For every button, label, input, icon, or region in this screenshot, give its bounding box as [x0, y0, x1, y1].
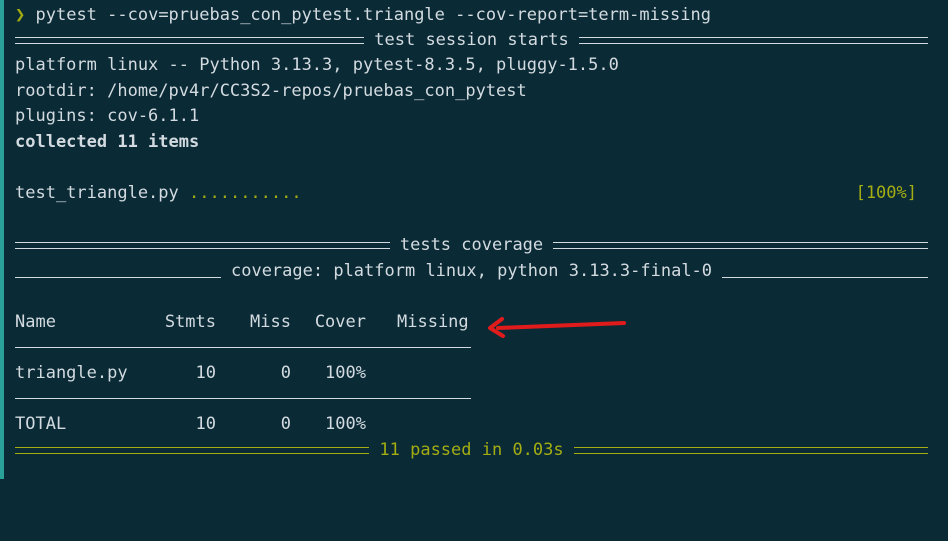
- terminal-left-edge: [0, 0, 4, 479]
- command-text: pytest --cov=pruebas_con_pytest.triangle…: [35, 5, 712, 25]
- session-header: test session starts: [374, 30, 569, 50]
- test-progress: [100%]: [855, 183, 917, 203]
- test-file-name: test_triangle.py: [15, 183, 179, 203]
- header-stmts: Stmts: [164, 312, 216, 332]
- table-row: triangle.py 10 0 100%: [15, 360, 471, 386]
- coverage-header: tests coverage: [399, 235, 544, 255]
- test-result-line: test_triangle.py ...........: [15, 180, 302, 206]
- total-miss: 0: [280, 414, 291, 434]
- header-miss: Miss: [250, 312, 291, 332]
- summary-rule: 11 passed in 0.03s: [15, 437, 929, 463]
- row-miss: 0: [280, 363, 291, 383]
- table-separator: [15, 398, 471, 399]
- plugins-line: plugins: cov-6.1.1: [15, 106, 200, 126]
- summary-text: 11 passed in 0.03s: [379, 440, 564, 460]
- coverage-subheader: coverage: platform linux, python 3.13.3-…: [230, 261, 713, 281]
- command-line: ❯ pytest --cov=pruebas_con_pytest.triang…: [15, 2, 711, 28]
- table-total-row: TOTAL 10 0 100%: [15, 411, 471, 437]
- total-name: TOTAL: [15, 414, 67, 434]
- total-cover: 100%: [325, 414, 366, 434]
- platform-line: platform linux -- Python 3.13.3, pytest-…: [15, 55, 619, 75]
- header-name: Name: [15, 312, 56, 332]
- prompt-chevron-icon: ❯: [15, 5, 26, 25]
- annotation-arrow-icon: [488, 317, 626, 338]
- total-stmts: 10: [195, 414, 216, 434]
- session-start-rule: test session starts: [15, 27, 928, 53]
- row-name: triangle.py: [15, 363, 128, 383]
- rootdir-line: rootdir: /home/pv4r/CC3S2-repos/pruebas_…: [15, 81, 527, 101]
- test-pass-dots: ...........: [189, 183, 302, 203]
- row-cover: 100%: [325, 363, 366, 383]
- coverage-subheader-rule: coverage: platform linux, python 3.13.3-…: [15, 258, 929, 284]
- table-separator: [15, 347, 471, 348]
- header-cover: Cover: [314, 312, 366, 332]
- header-missing: Missing: [397, 312, 469, 332]
- row-stmts: 10: [195, 363, 216, 383]
- coverage-rule: tests coverage: [15, 232, 929, 258]
- collected-line: collected 11 items: [15, 132, 200, 152]
- table-header-row: Name Stmts Miss Cover Missing: [15, 309, 471, 335]
